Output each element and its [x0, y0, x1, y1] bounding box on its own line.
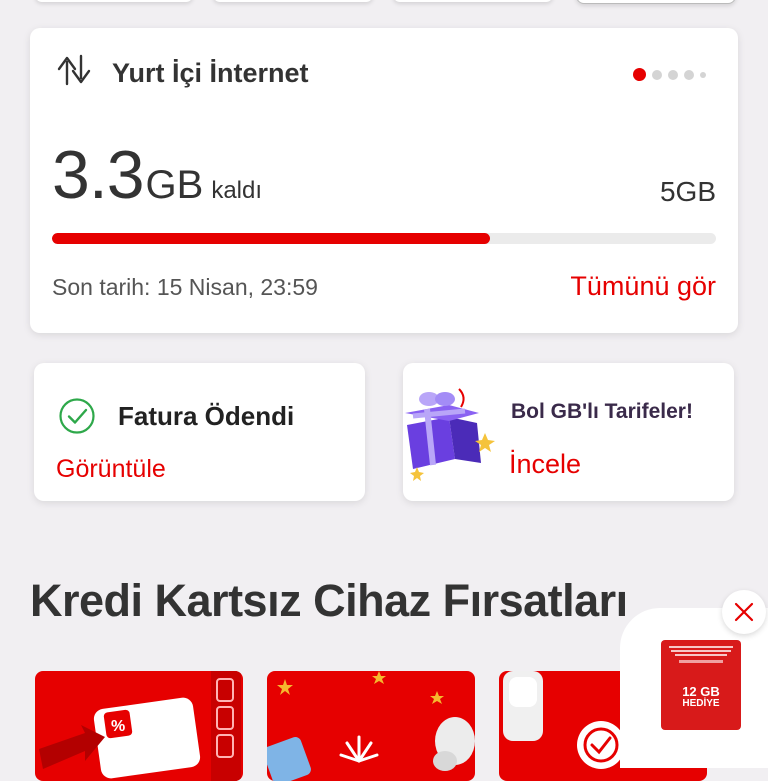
view-bill-link[interactable]: Görüntüle — [56, 455, 166, 484]
ad-fine-print — [667, 646, 735, 672]
remaining-value: 3.3 — [52, 137, 145, 213]
tariff-title: Bol GB'lı Tarifeler! — [511, 400, 693, 423]
data-transfer-icon — [57, 54, 91, 86]
top-tab-4[interactable] — [576, 0, 736, 4]
card-title: Yurt İçi İnternet — [112, 58, 309, 88]
top-tab-1[interactable] — [35, 0, 193, 2]
section-title: Kredi Kartsız Cihaz Fırsatları — [30, 575, 628, 626]
discount-tag-icon: % — [39, 671, 241, 781]
promo-tile-1[interactable]: % — [35, 671, 243, 781]
see-all-link[interactable]: Tümünü gör — [570, 271, 716, 302]
internet-usage-card[interactable]: Yurt İçi İnternet 3.3 GB kaldı 5GB Son t… — [30, 28, 738, 333]
top-tab-3[interactable] — [393, 0, 553, 2]
promo-tile-2[interactable] — [267, 671, 475, 781]
tariff-promo-card[interactable]: Bol GB'lı Tarifeler! İncele — [403, 363, 734, 501]
total-quota: 5GB — [659, 176, 716, 207]
usage-progress-bar — [52, 233, 716, 244]
explore-tariffs-link[interactable]: İncele — [509, 449, 581, 480]
ad-headline: 12 GB — [682, 684, 720, 699]
usage-progress-fill — [52, 233, 491, 244]
bill-status-title: Fatura Ödendi — [118, 401, 295, 431]
remaining-amount: 3.3 GB kaldı — [52, 136, 262, 214]
top-tab-2[interactable] — [213, 0, 373, 2]
ad-subheadline: HEDİYE — [682, 698, 720, 709]
deadline-text: Son tarih: 15 Nisan, 23:59 — [52, 274, 318, 300]
carousel-dot-active[interactable] — [633, 68, 646, 81]
close-icon — [734, 602, 754, 622]
carousel-dots[interactable] — [633, 68, 706, 81]
ad-fine-print-lines — [669, 646, 733, 663]
remaining-unit: GB — [145, 163, 204, 207]
celebration-icon — [267, 671, 475, 781]
bill-paid-card[interactable]: Fatura Ödendi Görüntüle — [34, 363, 365, 501]
carousel-dot[interactable] — [700, 71, 706, 78]
floating-ad-banner[interactable]: 12 GB HEDİYE — [661, 640, 741, 730]
carousel-dot[interactable] — [652, 69, 662, 80]
check-circle-icon — [59, 398, 95, 434]
close-ad-button[interactable] — [722, 590, 766, 634]
gift-box-icon — [405, 388, 495, 481]
carousel-dot[interactable] — [684, 69, 694, 80]
svg-text:%: % — [111, 718, 125, 735]
remaining-label: kaldı — [211, 177, 263, 204]
carousel-dot[interactable] — [668, 69, 678, 80]
